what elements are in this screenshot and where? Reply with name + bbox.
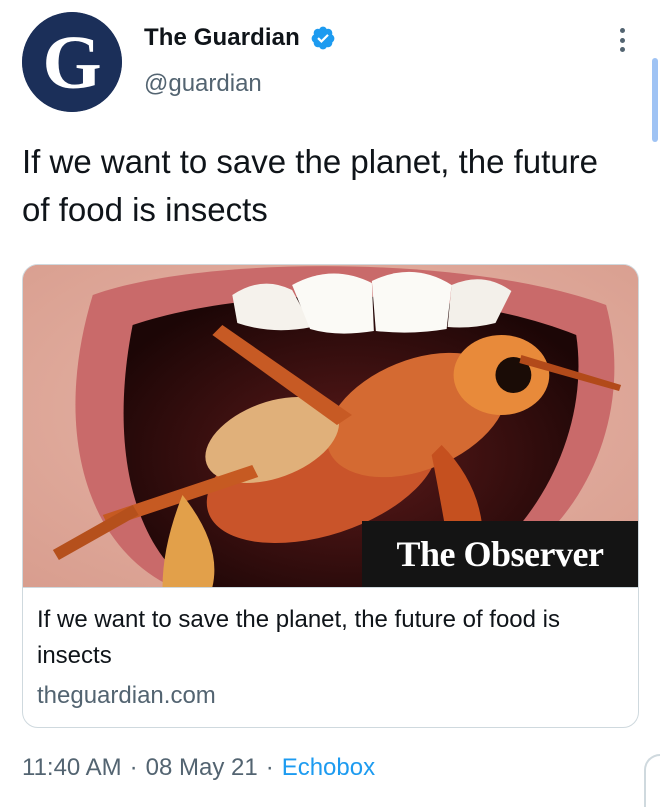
observer-overlay-label: The Observer (362, 521, 638, 587)
floating-action-edge[interactable] (644, 754, 660, 807)
verified-badge-icon (311, 26, 335, 50)
author-name-row: The Guardian (144, 24, 336, 52)
dot (619, 37, 625, 43)
separator: · (129, 754, 138, 781)
author-display-name[interactable]: The Guardian (144, 24, 300, 52)
card-image: The Observer (23, 265, 638, 587)
more-options-icon[interactable] (612, 22, 632, 58)
avatar[interactable]: G (22, 12, 122, 112)
dot (619, 28, 625, 33)
dot (619, 47, 625, 52)
guardian-g-logo-icon: G (22, 12, 122, 112)
card-title: If we want to save the planet, the futur… (37, 606, 560, 669)
link-preview-card[interactable]: The Observer If we want to save the plan… (22, 264, 639, 728)
tweet-time[interactable]: 11:40 AM (22, 754, 122, 782)
tweet-date[interactable]: 08 May 21 (146, 754, 258, 782)
tweet-source-link[interactable]: Echobox (282, 754, 375, 782)
tweet-text: If we want to save the planet, the futur… (22, 143, 599, 228)
scrollbar[interactable] (652, 58, 658, 142)
tweet-metadata: 11:40 AM · 08 May 21 · Echobox (22, 754, 375, 782)
separator: · (265, 754, 274, 781)
author-handle[interactable]: @guardian (144, 70, 262, 98)
card-domain: theguardian.com (37, 682, 216, 709)
card-body: If we want to save the planet, the futur… (23, 587, 638, 727)
avatar-letter: G (42, 21, 101, 105)
